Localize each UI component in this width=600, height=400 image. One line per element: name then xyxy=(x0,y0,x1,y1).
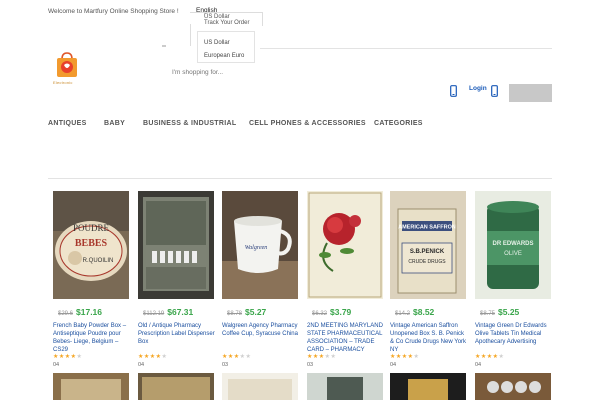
product-image[interactable]: DR EDWARDS OLIVE xyxy=(475,191,551,299)
sale-price: $5.25 xyxy=(498,307,520,317)
product-title-link[interactable]: French Baby Powder Box – Antiseptique Po… xyxy=(53,322,131,354)
sale-price: $17.16 xyxy=(76,307,103,317)
sale-price: $5.27 xyxy=(245,307,267,317)
section-divider xyxy=(48,178,552,179)
star-rating: ★★★★★ xyxy=(475,354,505,360)
sale-price: $8.52 xyxy=(413,307,435,317)
old-price: $8.75 xyxy=(480,311,496,317)
product-title-link[interactable]: Vintage Green Dr Edwards Olive Tablets T… xyxy=(475,322,553,354)
currency-option-eur[interactable]: European Euro xyxy=(204,50,248,63)
dropdown-border xyxy=(190,24,191,46)
product-image[interactable]: POUDRE BEBES R.QUOILIN xyxy=(53,191,129,299)
product-title-link[interactable]: Old / Antique Pharmacy Prescription Labe… xyxy=(138,322,216,354)
svg-text:DR EDWARDS: DR EDWARDS xyxy=(492,241,533,247)
review-count: 04 xyxy=(138,362,145,368)
cart-button[interactable] xyxy=(509,84,552,102)
currency-dropdown-menu: US Dollar European Euro xyxy=(197,31,255,63)
svg-text:BEBES: BEBES xyxy=(75,238,108,249)
search-input[interactable] xyxy=(172,69,392,76)
login-link[interactable]: Login xyxy=(469,85,487,92)
product-card[interactable]: $112.19 $67.31 Old / Antique Pharmacy Pre… xyxy=(138,191,216,368)
welcome-text: Welcome to Martfury Online Shopping Stor… xyxy=(48,8,179,15)
nav-item-business-industrial[interactable]: BUSINESS & INDUSTRIAL xyxy=(143,120,236,127)
product-image[interactable] xyxy=(138,373,214,400)
product-image[interactable] xyxy=(307,191,383,299)
product-card[interactable]: AMERICAN SAFFRON S.B.PENICK CRUDE DRUGS … xyxy=(390,191,468,368)
svg-text:OLIVE: OLIVE xyxy=(504,251,522,257)
old-price: $6.32 xyxy=(312,311,328,317)
mobile-app-icon[interactable] xyxy=(491,85,498,97)
product-image[interactable] xyxy=(138,191,214,299)
dropdown-border xyxy=(190,12,262,13)
nav-item-categories[interactable]: CATEGORIES xyxy=(374,120,423,127)
review-count: 04 xyxy=(390,362,397,368)
store-logo[interactable] xyxy=(55,52,79,78)
star-rating: ★★★★★ xyxy=(307,354,337,360)
phone-icon[interactable] xyxy=(450,85,457,97)
product-image[interactable] xyxy=(475,373,551,400)
review-count: 03 xyxy=(222,362,229,368)
old-price: $112.19 xyxy=(143,311,165,317)
sale-price: $3.79 xyxy=(330,307,352,317)
svg-text:R.QUOILIN: R.QUOILIN xyxy=(83,258,114,264)
review-count: 03 xyxy=(307,362,314,368)
product-card[interactable]: POUDRE BEBES R.QUOILIN $29.6 $17.16 Frenc… xyxy=(53,191,131,368)
product-image[interactable] xyxy=(390,373,466,400)
svg-text:S.B.PENICK: S.B.PENICK xyxy=(410,249,445,255)
product-card[interactable]: Walgreen $8.78 $5.27 Walgreen Agency Phar… xyxy=(222,191,300,368)
dropdown-border xyxy=(262,12,263,26)
product-card[interactable]: DR EDWARDS OLIVE $8.75 $5.25 Vintage Gree… xyxy=(475,191,553,368)
divider-tick xyxy=(162,45,166,47)
product-image[interactable] xyxy=(222,373,298,400)
svg-text:Walgreen: Walgreen xyxy=(245,245,268,251)
star-rating: ★★★★★ xyxy=(138,354,168,360)
old-price: $29.6 xyxy=(58,311,74,317)
old-price: $14.2 xyxy=(395,311,411,317)
currency-option-usd[interactable]: US Dollar xyxy=(204,37,248,50)
product-title-link[interactable]: Walgreen Agency Pharmacy Coffee Cup, Syr… xyxy=(222,322,300,354)
product-image[interactable]: Walgreen xyxy=(222,191,298,299)
nav-item-cell-phones[interactable]: CELL PHONES & ACCESSORIES xyxy=(249,120,366,127)
review-count: 04 xyxy=(53,362,60,368)
product-title-link[interactable]: Vintage American Saffron Unopened Box S.… xyxy=(390,322,468,354)
old-price: $8.78 xyxy=(227,311,243,317)
product-card[interactable]: $6.32 $3.79 2ND MEETING MARYLAND STATE PH… xyxy=(307,191,385,368)
svg-text:CRUDE DRUGS: CRUDE DRUGS xyxy=(408,259,446,265)
star-rating: ★★★★★ xyxy=(222,354,252,360)
star-rating: ★★★★★ xyxy=(390,354,420,360)
nav-item-antiques[interactable]: ANTIQUES xyxy=(48,120,87,127)
star-rating: ★★★★★ xyxy=(53,354,83,360)
search-underline xyxy=(260,48,552,49)
svg-text:POUDRE: POUDRE xyxy=(73,223,110,233)
product-image[interactable] xyxy=(307,373,383,400)
nav-item-baby[interactable]: BABY xyxy=(104,120,125,127)
logo-text: Electronic xyxy=(53,80,73,85)
sale-price: $67.31 xyxy=(167,307,194,317)
product-title-link[interactable]: 2ND MEETING MARYLAND STATE PHARMACEUTICA… xyxy=(307,322,385,354)
product-image[interactable] xyxy=(53,373,129,400)
track-order-link[interactable]: Track Your Order xyxy=(204,20,249,26)
review-count: 04 xyxy=(475,362,482,368)
product-image[interactable]: AMERICAN SAFFRON S.B.PENICK CRUDE DRUGS xyxy=(390,191,466,299)
svg-text:AMERICAN SAFFRON: AMERICAN SAFFRON xyxy=(398,225,456,231)
